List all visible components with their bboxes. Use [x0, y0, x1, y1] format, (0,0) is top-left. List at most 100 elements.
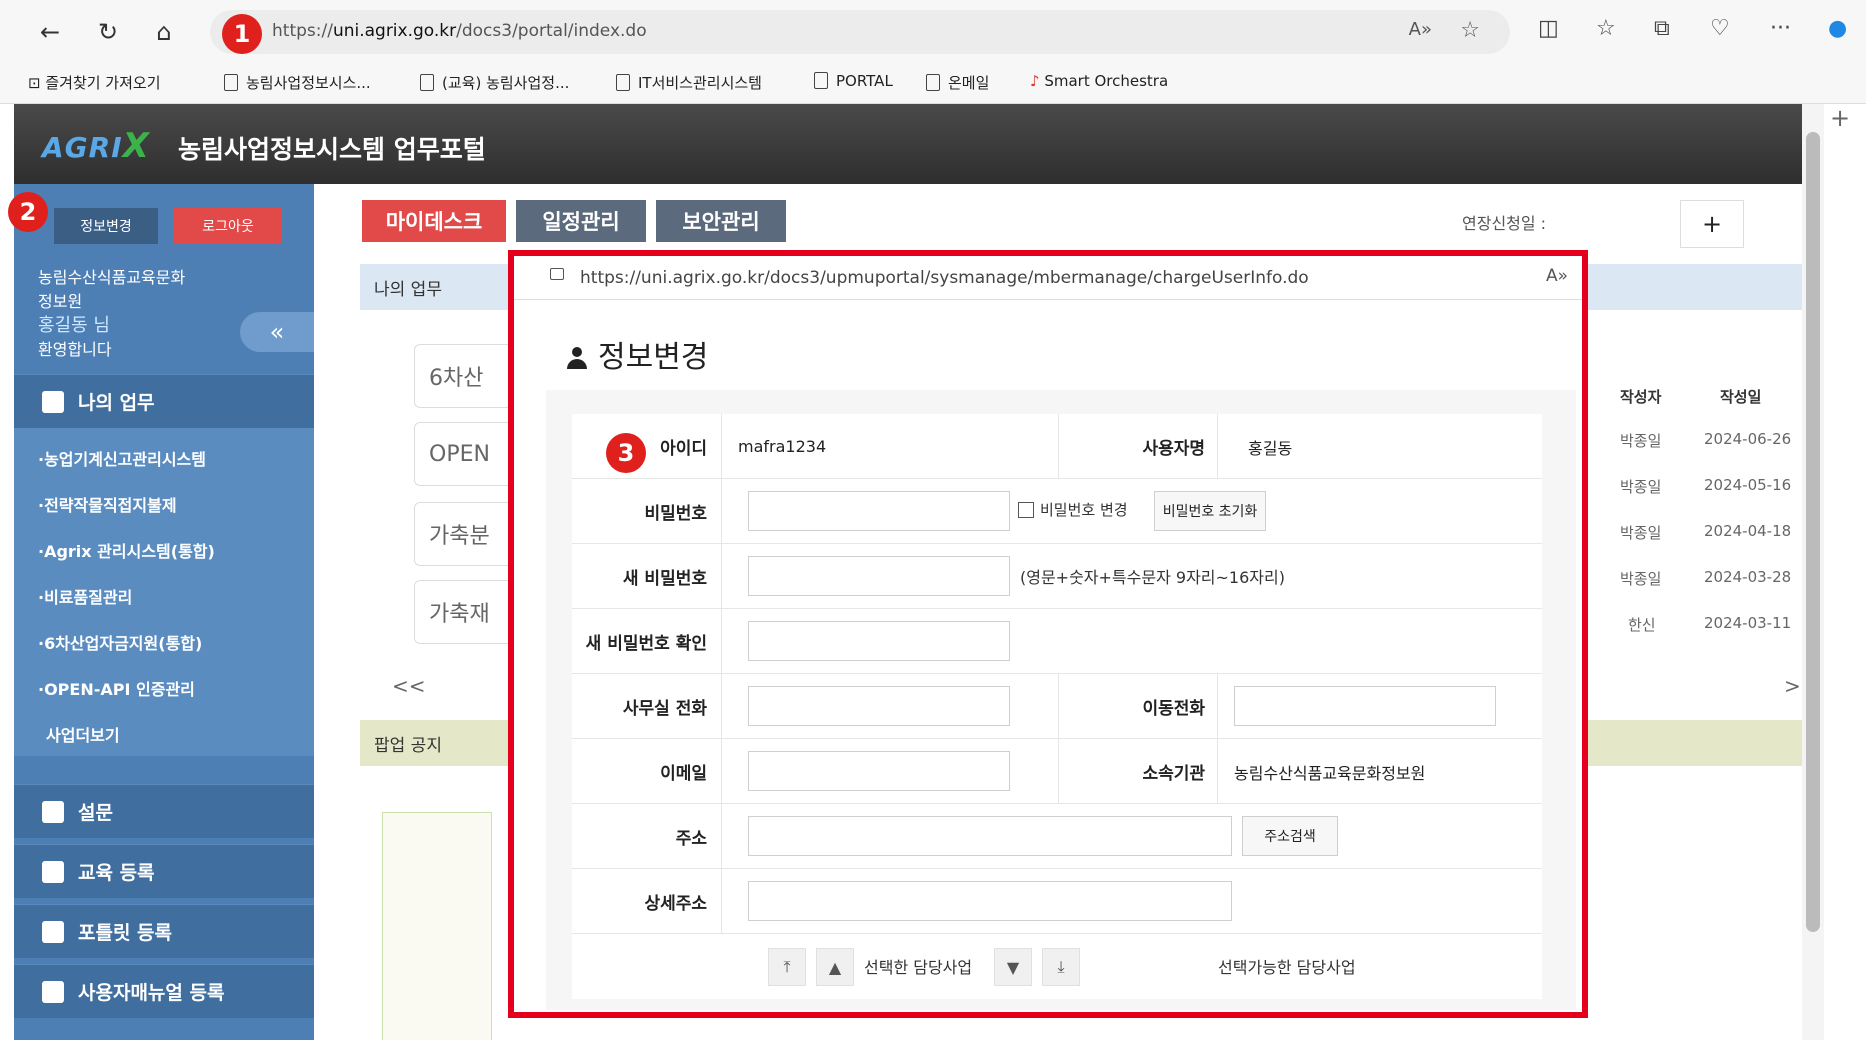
row-business: ⤒ ▲ 선택한 담당사업 ▼ ⤓ 선택가능한 담당사업 — [572, 934, 1542, 999]
refresh-icon[interactable]: ↻ — [90, 14, 126, 50]
lock-icon — [550, 268, 564, 280]
address-bar[interactable]: https://uni.agrix.go.kr/docs3/portal/ind… — [210, 10, 1510, 54]
page-icon — [814, 72, 828, 89]
popup-url: https://uni.agrix.go.kr/docs3/upmuportal… — [580, 268, 1309, 288]
address-input[interactable] — [748, 816, 1232, 856]
row-detail-address: 상세주소 — [572, 869, 1542, 934]
tab-mydesk[interactable]: 마이데스크 — [362, 200, 506, 242]
sidebar-item-portlet[interactable]: 포틀릿 등록 — [14, 904, 314, 958]
favorite-item[interactable]: 농림사업정보시스... — [224, 72, 371, 93]
sidebar-link[interactable]: ·6차산업자금지원(통합) — [38, 630, 202, 654]
notice-thumbnail[interactable] — [382, 812, 492, 1040]
mobile-input[interactable] — [1234, 686, 1496, 726]
read-aloud-icon[interactable]: A» — [1546, 266, 1568, 286]
popup-address-bar: https://uni.agrix.go.kr/docs3/upmuportal… — [514, 256, 1582, 300]
collections-icon[interactable]: ⧉ — [1654, 16, 1670, 41]
sidebar-link-more[interactable]: 사업더보기 — [46, 722, 120, 746]
col-date: 작성일 — [1720, 388, 1762, 406]
browser-toolbar: ← ↻ ⌂ https://uni.agrix.go.kr/docs3/port… — [0, 0, 1866, 64]
prev-button[interactable]: << — [392, 674, 426, 698]
office-phone-input[interactable] — [748, 686, 1010, 726]
row-address: 주소 주소검색 — [572, 804, 1542, 869]
new-password-label: 새 비밀번호 — [572, 544, 722, 609]
logout-button[interactable]: 로그아웃 — [174, 208, 282, 244]
sidebar-item-education[interactable]: 교육 등록 — [14, 844, 314, 898]
sidebar-link[interactable]: ·OPEN-API 인증관리 — [38, 676, 195, 700]
favorites-icon[interactable]: ☆ — [1596, 16, 1616, 41]
read-aloud-icon[interactable]: A» — [1409, 19, 1432, 40]
sidebar-item-manual[interactable]: 사용자매뉴얼 등록 — [14, 964, 314, 1018]
home-icon[interactable]: ⌂ — [146, 14, 182, 50]
password-input[interactable] — [748, 491, 1010, 531]
sidebar-link[interactable]: ·비료품질관리 — [38, 584, 132, 608]
cell-date: 2024-04-18 — [1704, 522, 1792, 540]
scrollbar-thumb[interactable] — [1806, 132, 1820, 932]
password-reset-button[interactable]: 비밀번호 초기화 — [1154, 491, 1266, 531]
address-search-button[interactable]: 주소검색 — [1242, 816, 1338, 856]
tab-security[interactable]: 보안관리 — [656, 200, 786, 242]
info-icon — [42, 390, 64, 413]
sidebar-link[interactable]: ·전략작물직접지불제 — [38, 492, 177, 516]
next-button[interactable]: > — [1784, 674, 1801, 698]
new-password-input[interactable] — [748, 556, 1010, 596]
sidebar-item-my-work[interactable]: 나의 업무 — [14, 374, 314, 428]
row-new-password: 새 비밀번호 (영문+숫자+특수문자 9자리~16자리) — [572, 544, 1542, 609]
username-value: 홍길동 — [1248, 438, 1293, 458]
row-confirm-password: 새 비밀번호 확인 — [572, 609, 1542, 674]
favorite-star-icon[interactable]: ☆ — [1460, 18, 1480, 43]
new-tab-icon[interactable]: + — [1830, 104, 1850, 132]
detail-address-label: 상세주소 — [572, 869, 722, 934]
col-author: 작성자 — [1620, 388, 1662, 406]
row-password: 비밀번호 비밀번호 변경 비밀번호 초기화 — [572, 479, 1542, 544]
copilot-icon[interactable]: ● — [1828, 16, 1847, 41]
address-label: 주소 — [572, 804, 722, 869]
extension-date-label: 연장신청일 : — [1462, 214, 1547, 233]
favorite-item[interactable]: IT서비스관리시스템 — [616, 72, 762, 93]
sidebar-link[interactable]: ·농업기계신고관리시스템 — [38, 446, 206, 470]
username-label: 사용자명 — [1058, 414, 1218, 479]
sidebar-item-survey[interactable]: 설문 — [14, 784, 314, 838]
move-down-button[interactable]: ▼ — [994, 948, 1032, 986]
move-top-button[interactable]: ⤒ — [768, 948, 806, 986]
favorite-import[interactable]: ⊡ 즐겨찾기 가져오기 — [28, 72, 161, 93]
popup-title: 정보변경 — [566, 332, 708, 376]
favorite-item[interactable]: (교육) 농림사업정... — [420, 72, 569, 93]
welcome-text: 환영합니다 — [38, 340, 112, 359]
form-container: 아이디 mafra1234 사용자명 홍길동 비밀번호 비밀번호 변경 비밀번호… — [546, 390, 1576, 1010]
org-label: 소속기관 — [1058, 739, 1218, 804]
favorite-item[interactable]: 온메일 — [926, 72, 989, 93]
split-screen-icon[interactable]: ◫ — [1538, 16, 1559, 41]
sidebar-collapse-button[interactable]: « — [240, 312, 314, 352]
user-info: 농림수산식품교육문화 정보원 홍길동 님 환영합니다 — [38, 266, 185, 362]
favorites-bar: ⊡ 즐겨찾기 가져오기 농림사업정보시스... (교육) 농림사업정... IT… — [0, 64, 1866, 104]
more-icon[interactable]: ··· — [1770, 16, 1791, 41]
info-form: 아이디 mafra1234 사용자명 홍길동 비밀번호 비밀번호 변경 비밀번호… — [572, 414, 1542, 999]
tab-schedule[interactable]: 일정관리 — [516, 200, 646, 242]
user-name: 홍길동 님 — [38, 315, 110, 336]
manual-icon — [42, 980, 64, 1003]
cell-date: 2024-06-26 — [1704, 430, 1792, 448]
add-button[interactable]: + — [1680, 200, 1744, 248]
page-scrollbar[interactable] — [1802, 104, 1824, 1040]
detail-address-input[interactable] — [748, 881, 1232, 921]
office-phone-label: 사무실 전화 — [572, 674, 722, 739]
password-change-checkbox[interactable] — [1018, 502, 1034, 518]
badge-2: 2 — [8, 192, 48, 232]
info-change-button[interactable]: 정보변경 — [54, 208, 158, 244]
my-work-title: 나의 업무 — [374, 279, 442, 300]
favorite-item[interactable]: PORTAL — [814, 72, 893, 90]
favorite-item[interactable]: ♪ Smart Orchestra — [1030, 72, 1168, 90]
portal-header: AGRIX 농림사업정보시스템 업무포털 — [14, 104, 1804, 184]
org-name-line2: 정보원 — [38, 292, 83, 311]
sidebar-link[interactable]: ·Agrix 관리시스템(통합) — [38, 538, 215, 562]
agrix-logo[interactable]: AGRIX — [42, 126, 150, 166]
address-url[interactable]: https://uni.agrix.go.kr/docs3/portal/ind… — [272, 21, 647, 41]
move-bottom-button[interactable]: ⤓ — [1042, 948, 1080, 986]
confirm-password-input[interactable] — [748, 621, 1010, 661]
move-up-button[interactable]: ▲ — [816, 948, 854, 986]
row-email: 이메일 소속기관 농림수산식품교육문화정보원 — [572, 739, 1542, 804]
email-input[interactable] — [748, 751, 1010, 791]
sidebar: 정보변경 로그아웃 농림수산식품교육문화 정보원 홍길동 님 환영합니다 « 나… — [14, 184, 314, 1040]
health-icon[interactable]: ♡ — [1710, 16, 1730, 41]
back-icon[interactable]: ← — [32, 14, 68, 50]
